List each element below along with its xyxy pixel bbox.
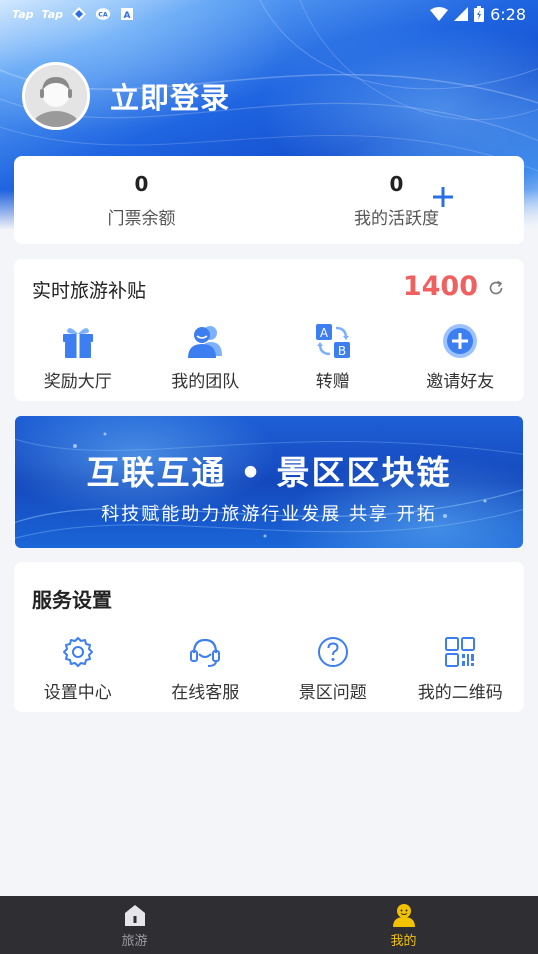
battery-icon bbox=[474, 6, 485, 22]
default-avatar-icon bbox=[25, 65, 87, 127]
status-time: 6:28 bbox=[490, 4, 526, 24]
activity-level[interactable]: 0 我的活跃度 bbox=[269, 156, 524, 244]
banner-subtitle: 科技赋能助力旅游行业发展 共享 开拓 bbox=[101, 504, 437, 525]
refresh-icon[interactable] bbox=[487, 279, 505, 297]
subsidy-card: 实时旅游补贴 1400 奖励大厅 我的团队 A B 转赠 邀请好友 bbox=[14, 259, 524, 401]
qrcode-icon bbox=[440, 632, 480, 672]
invite-friends-button[interactable]: 邀请好友 bbox=[397, 321, 525, 392]
my-qrcode-button[interactable]: 我的二维码 bbox=[397, 632, 525, 703]
question-icon bbox=[313, 632, 353, 672]
subsidy-title: 实时旅游补贴 bbox=[32, 280, 147, 302]
banner-title: 互联互通 • 景区区块链 bbox=[86, 453, 452, 492]
online-support-button[interactable]: 在线客服 bbox=[142, 632, 270, 703]
login-link[interactable]: 立即登录 bbox=[110, 75, 230, 117]
my-team-button[interactable]: 我的团队 bbox=[142, 321, 270, 392]
avatar[interactable] bbox=[22, 62, 90, 130]
svg-text:A: A bbox=[124, 11, 131, 21]
activity-label: 我的活跃度 bbox=[354, 208, 439, 229]
service-actions: 设置中心 在线客服 景区问题 我的二维码 bbox=[14, 632, 524, 703]
svg-text:A: A bbox=[320, 326, 329, 340]
stats-card: 0 门票余额 0 我的活跃度 bbox=[14, 156, 524, 244]
scenic-questions-label: 景区问题 bbox=[298, 683, 367, 703]
settings-center-label: 设置中心 bbox=[43, 683, 112, 703]
reward-hall-label: 奖励大厅 bbox=[43, 372, 112, 392]
tab-mine[interactable]: 我的 bbox=[269, 896, 538, 954]
gift-icon bbox=[58, 321, 98, 361]
scenic-questions-button[interactable]: 景区问题 bbox=[269, 632, 397, 703]
transfer-icon: A B bbox=[313, 321, 353, 361]
promo-banner[interactable]: 互联互通 • 景区区块链 科技赋能助力旅游行业发展 共享 开拓 bbox=[15, 416, 523, 548]
transfer-label: 转赠 bbox=[315, 372, 350, 392]
online-support-label: 在线客服 bbox=[171, 683, 240, 703]
reward-hall-button[interactable]: 奖励大厅 bbox=[14, 321, 142, 392]
wifi-icon bbox=[430, 7, 449, 21]
my-qrcode-label: 我的二维码 bbox=[417, 683, 503, 703]
subsidy-actions: 奖励大厅 我的团队 A B 转赠 邀请好友 bbox=[14, 321, 524, 392]
bottom-tab-bar: 旅游 我的 bbox=[0, 896, 538, 954]
status-bar: Tap Tap CA A 6:28 bbox=[0, 0, 538, 28]
add-activity-plus-icon[interactable] bbox=[430, 184, 456, 210]
invite-friends-label: 邀请好友 bbox=[426, 372, 495, 392]
tab-mine-label: 我的 bbox=[390, 933, 417, 949]
team-icon bbox=[185, 321, 225, 361]
signal-icon bbox=[454, 7, 469, 21]
taptap-app-label: Tap bbox=[41, 7, 64, 21]
user-icon bbox=[392, 903, 415, 927]
tab-travel-label: 旅游 bbox=[121, 933, 148, 949]
service-settings-card: 服务设置 设置中心 在线客服 景区问题 我的二维码 bbox=[14, 562, 524, 712]
headset-icon bbox=[185, 632, 225, 672]
my-team-label: 我的团队 bbox=[171, 372, 240, 392]
invite-icon bbox=[440, 321, 480, 361]
app-notification-icon: CA bbox=[95, 6, 111, 22]
ticket-balance-value: 0 bbox=[134, 171, 149, 196]
app-notification-icon bbox=[71, 6, 87, 22]
ticket-balance-label: 门票余额 bbox=[107, 208, 176, 229]
app-notification-icon: A bbox=[119, 6, 135, 22]
gear-icon bbox=[58, 632, 98, 672]
activity-value: 0 bbox=[389, 171, 404, 196]
transfer-button[interactable]: A B 转赠 bbox=[269, 321, 397, 392]
service-settings-title: 服务设置 bbox=[32, 588, 112, 612]
profile-header[interactable]: 立即登录 bbox=[22, 62, 230, 130]
settings-center-button[interactable]: 设置中心 bbox=[14, 632, 142, 703]
ticket-balance[interactable]: 0 门票余额 bbox=[14, 156, 269, 244]
taptap-app-label: Tap bbox=[12, 7, 34, 21]
svg-text:B: B bbox=[338, 344, 346, 358]
subsidy-amount: 1400 bbox=[402, 271, 478, 302]
home-icon bbox=[124, 904, 145, 926]
tab-travel[interactable]: 旅游 bbox=[0, 896, 269, 954]
svg-text:CA: CA bbox=[98, 12, 108, 19]
